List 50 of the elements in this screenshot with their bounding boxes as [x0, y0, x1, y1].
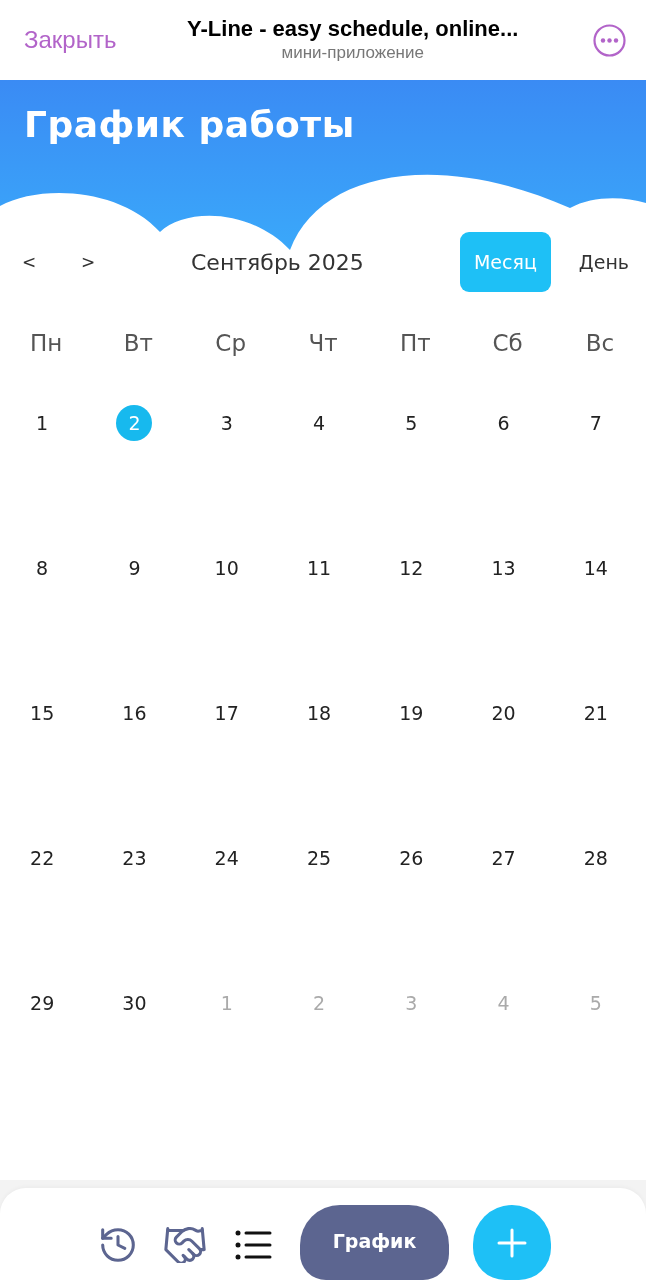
calendar-day[interactable]: 6	[485, 405, 522, 441]
calendar-day[interactable]: 4	[301, 405, 337, 441]
weekday-label: Ср	[215, 330, 247, 356]
calendar-day[interactable]: 7	[577, 405, 614, 441]
page-title: График работы	[24, 103, 355, 147]
calendar-day[interactable]: 5	[393, 405, 430, 441]
app-title: Y-Line - easy schedule, online...	[187, 16, 519, 42]
close-button[interactable]: Закрыть	[24, 26, 117, 54]
weekday-label: Пн	[29, 330, 63, 356]
weekday-label: Вт	[123, 330, 153, 356]
calendar-day[interactable]: 14	[577, 550, 614, 586]
view-tab[interactable]: День	[564, 232, 643, 292]
next-month-button[interactable]: >	[77, 252, 99, 272]
list-icon[interactable]	[235, 1230, 272, 1260]
weekday-label: Сб	[492, 330, 523, 356]
month-label: Сентябрь 2025	[191, 249, 364, 275]
calendar-day[interactable]: 11	[301, 550, 337, 586]
calendar-day[interactable]: 29	[24, 985, 61, 1021]
calendar-day[interactable]: 22	[24, 840, 61, 876]
calendar-day[interactable]: 1	[24, 405, 61, 441]
calendar-day[interactable]: 13	[485, 550, 522, 586]
calendar-day[interactable]: 9	[116, 550, 153, 586]
calendar-day[interactable]: 23	[116, 840, 153, 876]
calendar-day[interactable]: 21	[577, 695, 614, 731]
previous-month-button[interactable]: <	[18, 252, 40, 272]
calendar-day[interactable]: 27	[485, 840, 522, 876]
calendar-day[interactable]: 15	[24, 695, 61, 731]
calendar-day[interactable]: 12	[393, 550, 430, 586]
calendar-day[interactable]: 25	[301, 840, 337, 876]
handshake-icon[interactable]	[163, 1227, 207, 1263]
weekday-label: Чт	[308, 330, 338, 356]
calendar-day[interactable]: 30	[116, 985, 153, 1021]
calendar-day[interactable]: 19	[393, 695, 430, 731]
calendar-day[interactable]: 8	[24, 550, 61, 586]
plus-icon	[497, 1227, 527, 1258]
calendar-day[interactable]: 3	[208, 405, 245, 441]
calendar-day[interactable]: 17	[208, 695, 245, 731]
calendar-day[interactable]: 16	[116, 695, 153, 731]
calendar-day[interactable]: 10	[208, 550, 245, 586]
calendar-day[interactable]: 26	[393, 840, 430, 876]
calendar-day[interactable]: 18	[301, 695, 337, 731]
calendar-day[interactable]: 20	[485, 695, 522, 731]
app-subtitle: мини-приложение	[281, 42, 424, 64]
history-icon[interactable]	[101, 1228, 135, 1262]
weekday-label: Пт	[399, 330, 431, 356]
schedule-button[interactable]: График	[300, 1205, 449, 1280]
calendar-day[interactable]: 28	[577, 840, 614, 876]
more-icon[interactable]	[593, 23, 626, 57]
weekday-label: Вс	[585, 330, 615, 356]
calendar-day[interactable]: 24	[208, 840, 245, 876]
